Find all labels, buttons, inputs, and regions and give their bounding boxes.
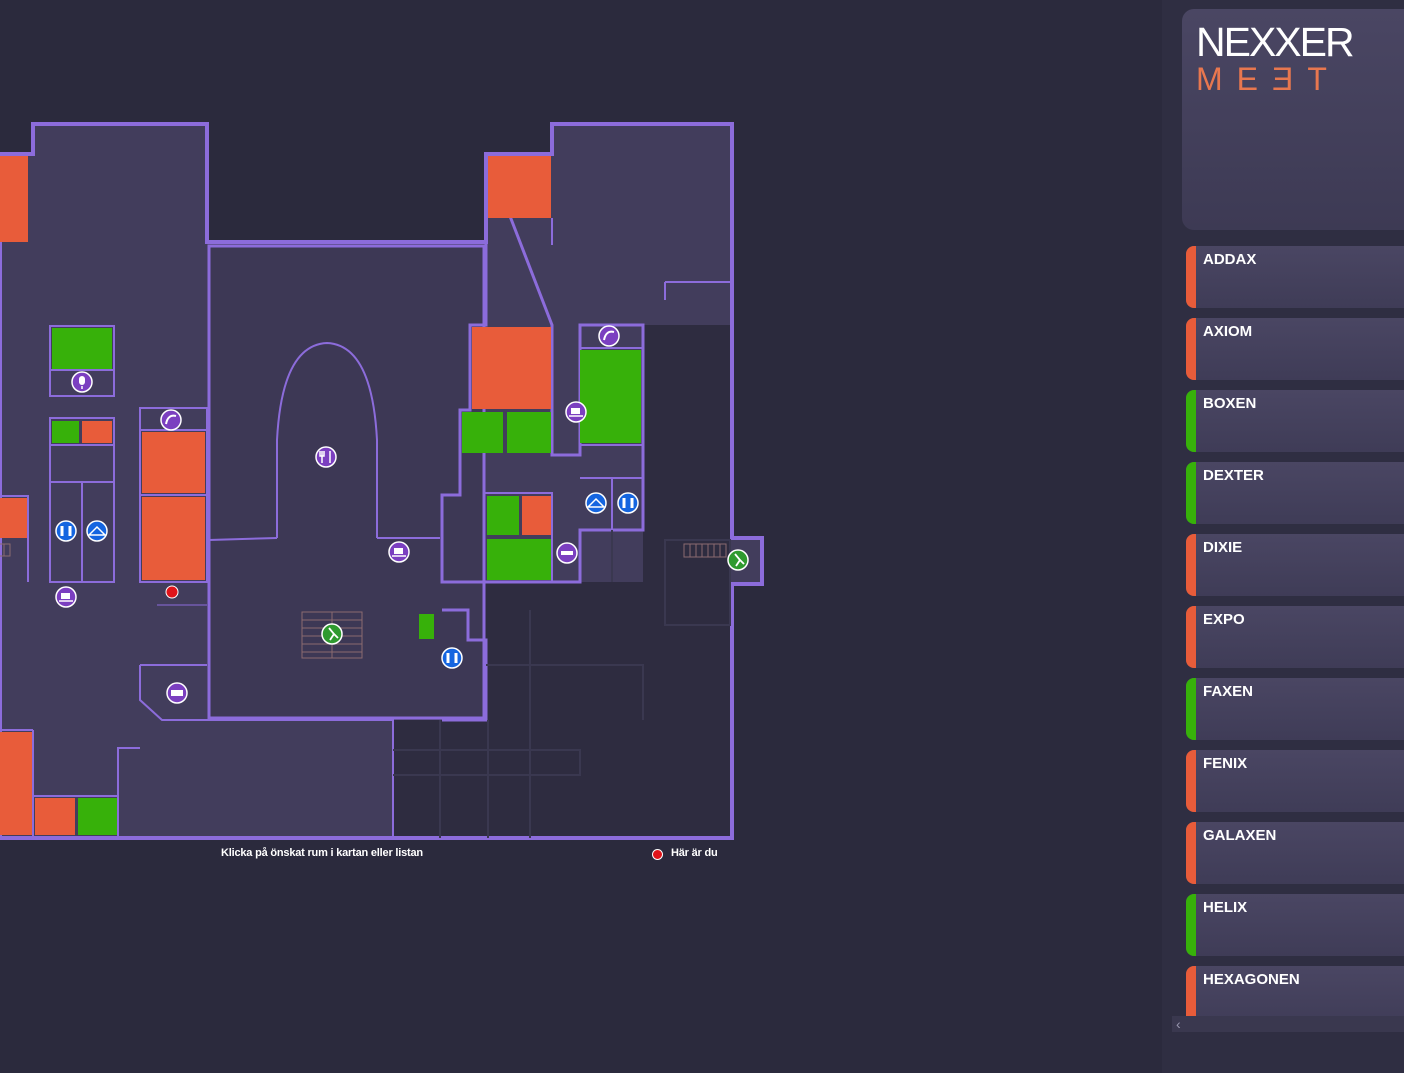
- microphone-icon: [71, 371, 93, 393]
- room-name: FENIX: [1203, 755, 1248, 772]
- room-list-item[interactable]: ADDAX: [1186, 246, 1404, 308]
- room-galaxen[interactable]: [472, 327, 551, 409]
- logo-nexer: NEXXER: [1196, 19, 1355, 65]
- room-list-item[interactable]: DIXIE: [1186, 534, 1404, 596]
- restaurant-icon: [315, 446, 337, 468]
- room-name: HEXAGONEN: [1203, 971, 1300, 988]
- room-expo[interactable]: [142, 432, 205, 493]
- room-status-bar: [1186, 462, 1196, 524]
- room-faxen[interactable]: [142, 497, 205, 580]
- printer-icon: [166, 682, 188, 704]
- phone-icon: [160, 409, 182, 431]
- room-name: DEXTER: [1203, 467, 1264, 484]
- room-list-item[interactable]: EXPO: [1186, 606, 1404, 668]
- room-list-item[interactable]: GALAXEN: [1186, 822, 1404, 884]
- room-name: ADDAX: [1203, 251, 1257, 268]
- cloakroom-icon: [86, 520, 108, 542]
- room-boxen[interactable]: [52, 328, 112, 369]
- room-status-bar: [1186, 678, 1196, 740]
- room-status-bar: [1186, 318, 1196, 380]
- phone-icon: [598, 325, 620, 347]
- room-name: DIXIE: [1203, 539, 1243, 556]
- room-dixie[interactable]: [82, 421, 112, 443]
- emergency-exit-icon: [727, 549, 749, 571]
- room-status-bar: [1186, 606, 1196, 668]
- room-addax[interactable]: [0, 156, 28, 242]
- coffee-icon: [388, 541, 410, 563]
- sidebar: NEXXER MEƎT ADDAX AXIOM BOXEN DEXTER DIXIE EX…: [1162, 0, 1404, 1073]
- scroll-left-icon[interactable]: ‹: [1176, 1016, 1181, 1032]
- room-red-bottom-mid[interactable]: [35, 798, 75, 835]
- room-booth-green[interactable]: [419, 614, 434, 639]
- logo-meet: MEƎT: [1196, 61, 1341, 97]
- room-list-item[interactable]: HELIX: [1186, 894, 1404, 956]
- room-name: AXIOM: [1203, 323, 1253, 340]
- room-list: ADDAX AXIOM BOXEN DEXTER DIXIE EXPO FAXEN FENIX…: [1186, 246, 1404, 1016]
- room-status-bar: [1186, 390, 1196, 452]
- floor-map: [0, 122, 764, 840]
- room-dexter[interactable]: [52, 421, 79, 443]
- room-helix[interactable]: [462, 412, 503, 453]
- room-large-green[interactable]: [580, 350, 641, 443]
- map-hint-text: Klicka på önskat rum i kartan eller list…: [221, 847, 423, 859]
- room-list-item[interactable]: AXIOM: [1186, 318, 1404, 380]
- room-list-item[interactable]: DEXTER: [1186, 462, 1404, 524]
- atrium: [207, 244, 486, 720]
- room-axiom[interactable]: [488, 156, 551, 218]
- room-fenix[interactable]: [0, 498, 27, 538]
- legend-here-dot: [652, 849, 663, 860]
- room-status-bar: [1186, 894, 1196, 956]
- room-list-item[interactable]: FAXEN: [1186, 678, 1404, 740]
- logo-panel: NEXXER MEƎT: [1182, 9, 1404, 230]
- coffee-icon: [55, 586, 77, 608]
- room-name: EXPO: [1203, 611, 1245, 628]
- toilet-icon: [55, 520, 77, 542]
- room-hexagonen[interactable]: [507, 412, 551, 453]
- room-status-bar: [1186, 750, 1196, 812]
- room-list-item[interactable]: BOXEN: [1186, 390, 1404, 452]
- room-list-item[interactable]: FENIX: [1186, 750, 1404, 812]
- room-name: BOXEN: [1203, 395, 1257, 412]
- room-status-bar: [1186, 966, 1196, 1016]
- map-structure: [0, 122, 764, 840]
- bed-icon: [556, 542, 578, 564]
- room-green-b[interactable]: [487, 539, 551, 580]
- room-status-bar: [1186, 246, 1196, 308]
- room-red-bottom-left[interactable]: [0, 732, 32, 835]
- room-status-bar: [1186, 534, 1196, 596]
- legend-here-label: Här är du: [671, 847, 718, 859]
- toilet-icon: [441, 647, 463, 669]
- room-name: GALAXEN: [1203, 827, 1277, 844]
- toilet-icon: [617, 492, 639, 514]
- room-status-bar: [1186, 822, 1196, 884]
- emergency-exit-icon: [321, 623, 343, 645]
- room-list-item[interactable]: HEXAGONEN: [1186, 966, 1404, 1016]
- cloakroom-icon: [585, 492, 607, 514]
- room-small-red-a[interactable]: [522, 496, 551, 535]
- room-name: HELIX: [1203, 899, 1248, 916]
- you-are-here-dot: [165, 585, 179, 599]
- coffee-icon: [565, 401, 587, 423]
- room-name: FAXEN: [1203, 683, 1254, 700]
- horizontal-scrollbar[interactable]: ‹: [1172, 1016, 1404, 1032]
- room-small-green-a[interactable]: [487, 496, 519, 535]
- room-green-bottom[interactable]: [78, 798, 117, 835]
